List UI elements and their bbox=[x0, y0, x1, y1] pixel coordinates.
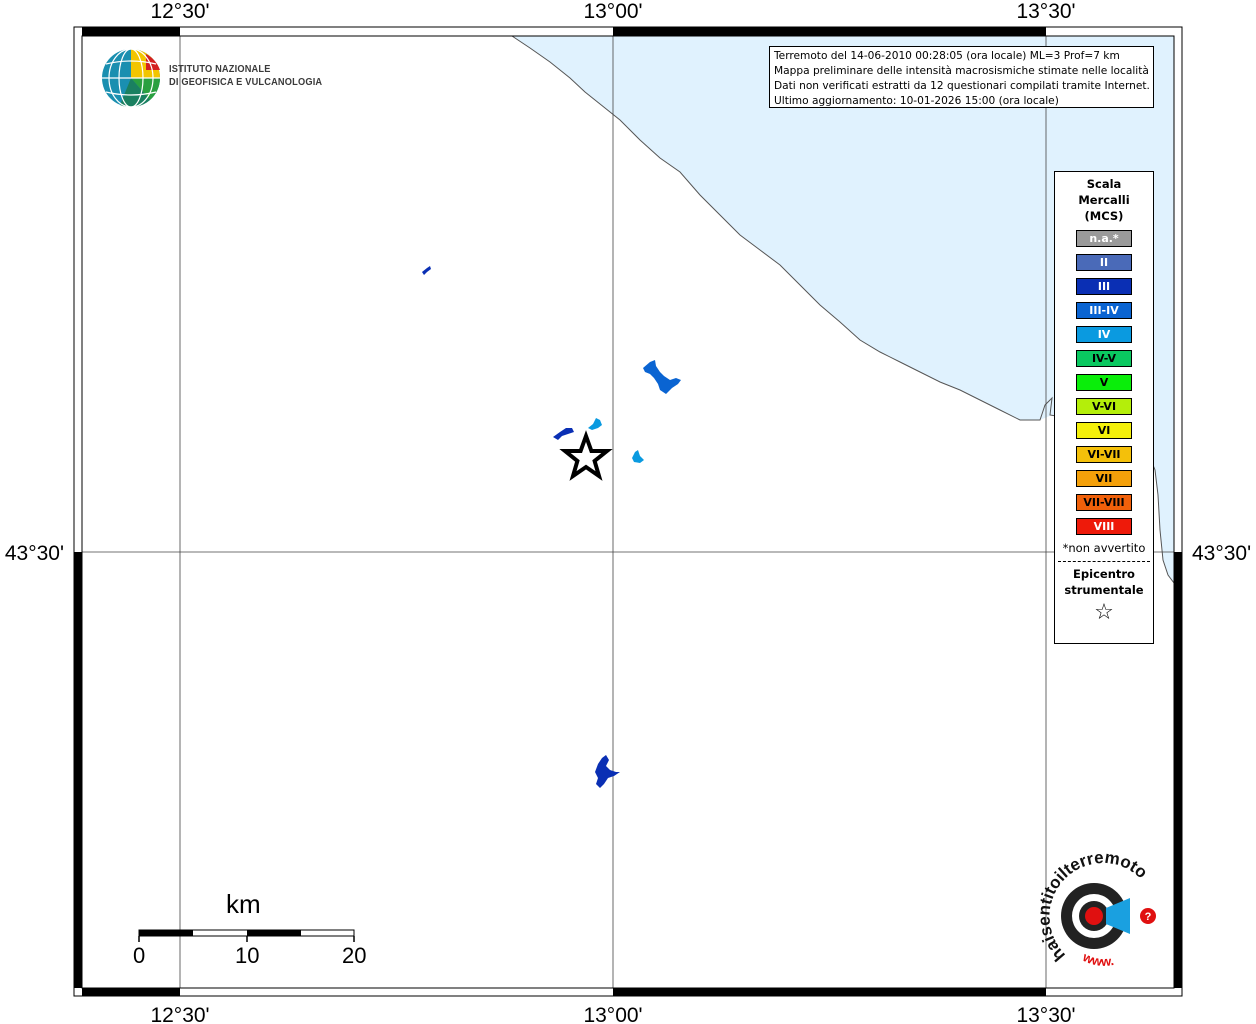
lon-label-top-3: 13°30' bbox=[1016, 0, 1075, 23]
legend-item: VI-VII bbox=[1076, 446, 1132, 463]
locality-iii bbox=[422, 266, 431, 275]
locality-iii-c bbox=[595, 755, 620, 788]
hsit-q-mark: ? bbox=[1145, 911, 1152, 923]
scale-label-10: 10 bbox=[235, 943, 260, 968]
scale-label-0: 0 bbox=[133, 943, 146, 968]
legend-item: IV bbox=[1076, 326, 1132, 343]
legend-epicenter-label: Epicentro strumentale bbox=[1055, 566, 1153, 598]
legend-item: III-IV bbox=[1076, 302, 1132, 319]
lon-label-top-2: 13°00' bbox=[583, 0, 642, 23]
locality-iii-b bbox=[553, 428, 574, 440]
lon-label-bottom-2: 13°00' bbox=[583, 1004, 642, 1024]
earthquake-info-box: Terremoto del 14-06-2010 00:28:05 (ora l… bbox=[769, 46, 1154, 108]
lon-label-bottom-1: 12°30' bbox=[150, 1004, 209, 1024]
lat-label-right: 43°30' bbox=[1192, 542, 1251, 565]
locality-iv bbox=[588, 418, 602, 430]
info-line-4: Ultimo aggiornamento: 10-01-2026 15:00 (… bbox=[774, 95, 1059, 107]
legend-item: VI bbox=[1076, 422, 1132, 439]
lat-label-left: 43°30' bbox=[5, 542, 64, 565]
ingv-logo-line2: DI GEOFISICA E VULCANOLOGIA bbox=[169, 76, 323, 88]
scale-label-20: 20 bbox=[342, 943, 367, 968]
ingv-logo-text: ISTITUTO NAZIONALE DI GEOFISICA E VULCAN… bbox=[169, 63, 322, 89]
info-line-3: Dati non verificati estratti da 12 quest… bbox=[774, 80, 1150, 92]
lon-label-top-1: 12°30' bbox=[150, 0, 209, 23]
legend-title-line-3: (MCS) bbox=[1084, 209, 1124, 223]
legend-separator bbox=[1058, 561, 1150, 562]
legend-title: Scala Mercalli (MCS) bbox=[1055, 176, 1153, 224]
legend-item: V bbox=[1076, 374, 1132, 391]
legend-item: n.a.* bbox=[1076, 230, 1132, 247]
scale-bar-title: km bbox=[226, 889, 261, 919]
epicenter-star bbox=[559, 430, 613, 481]
legend-list: n.a.* II III III-IV IV IV-V V V-VI VI VI-VII VII VI… bbox=[1055, 230, 1153, 535]
legend-item: III bbox=[1076, 278, 1132, 295]
legend-item: IV-V bbox=[1076, 350, 1132, 367]
legend-star-icon: ☆ bbox=[1094, 600, 1114, 625]
legend-epicenter-line-2: strumentale bbox=[1064, 583, 1144, 597]
scale-bar bbox=[138, 929, 355, 942]
mcs-legend: Scala Mercalli (MCS) n.a.* II III III-IV IV I… bbox=[1054, 171, 1154, 644]
legend-title-line-1: Scala bbox=[1086, 177, 1122, 191]
info-line-2: Mappa preliminare delle intensità macros… bbox=[774, 65, 1149, 77]
legend-item: VIII bbox=[1076, 518, 1132, 535]
legend-title-line-2: Mercalli bbox=[1078, 193, 1130, 207]
ingv-logo-line1: ISTITUTO NAZIONALE bbox=[169, 63, 271, 75]
locality-iii-iv bbox=[643, 360, 681, 394]
hsit-www-text: www. bbox=[1080, 949, 1115, 969]
legend-item: VII-VIII bbox=[1076, 494, 1132, 511]
localities bbox=[422, 266, 681, 788]
legend-epicenter-line-1: Epicentro bbox=[1073, 567, 1135, 581]
legend-item: VII bbox=[1076, 470, 1132, 487]
legend-item: II bbox=[1076, 254, 1132, 271]
ingv-globe-icon bbox=[102, 48, 161, 108]
lon-label-bottom-3: 13°30' bbox=[1016, 1004, 1075, 1024]
info-line-1: Terremoto del 14-06-2010 00:28:05 (ora l… bbox=[774, 50, 1120, 62]
locality-iv-b bbox=[632, 450, 644, 463]
legend-item: V-VI bbox=[1076, 398, 1132, 415]
legend-note: *non avvertito bbox=[1062, 541, 1146, 555]
